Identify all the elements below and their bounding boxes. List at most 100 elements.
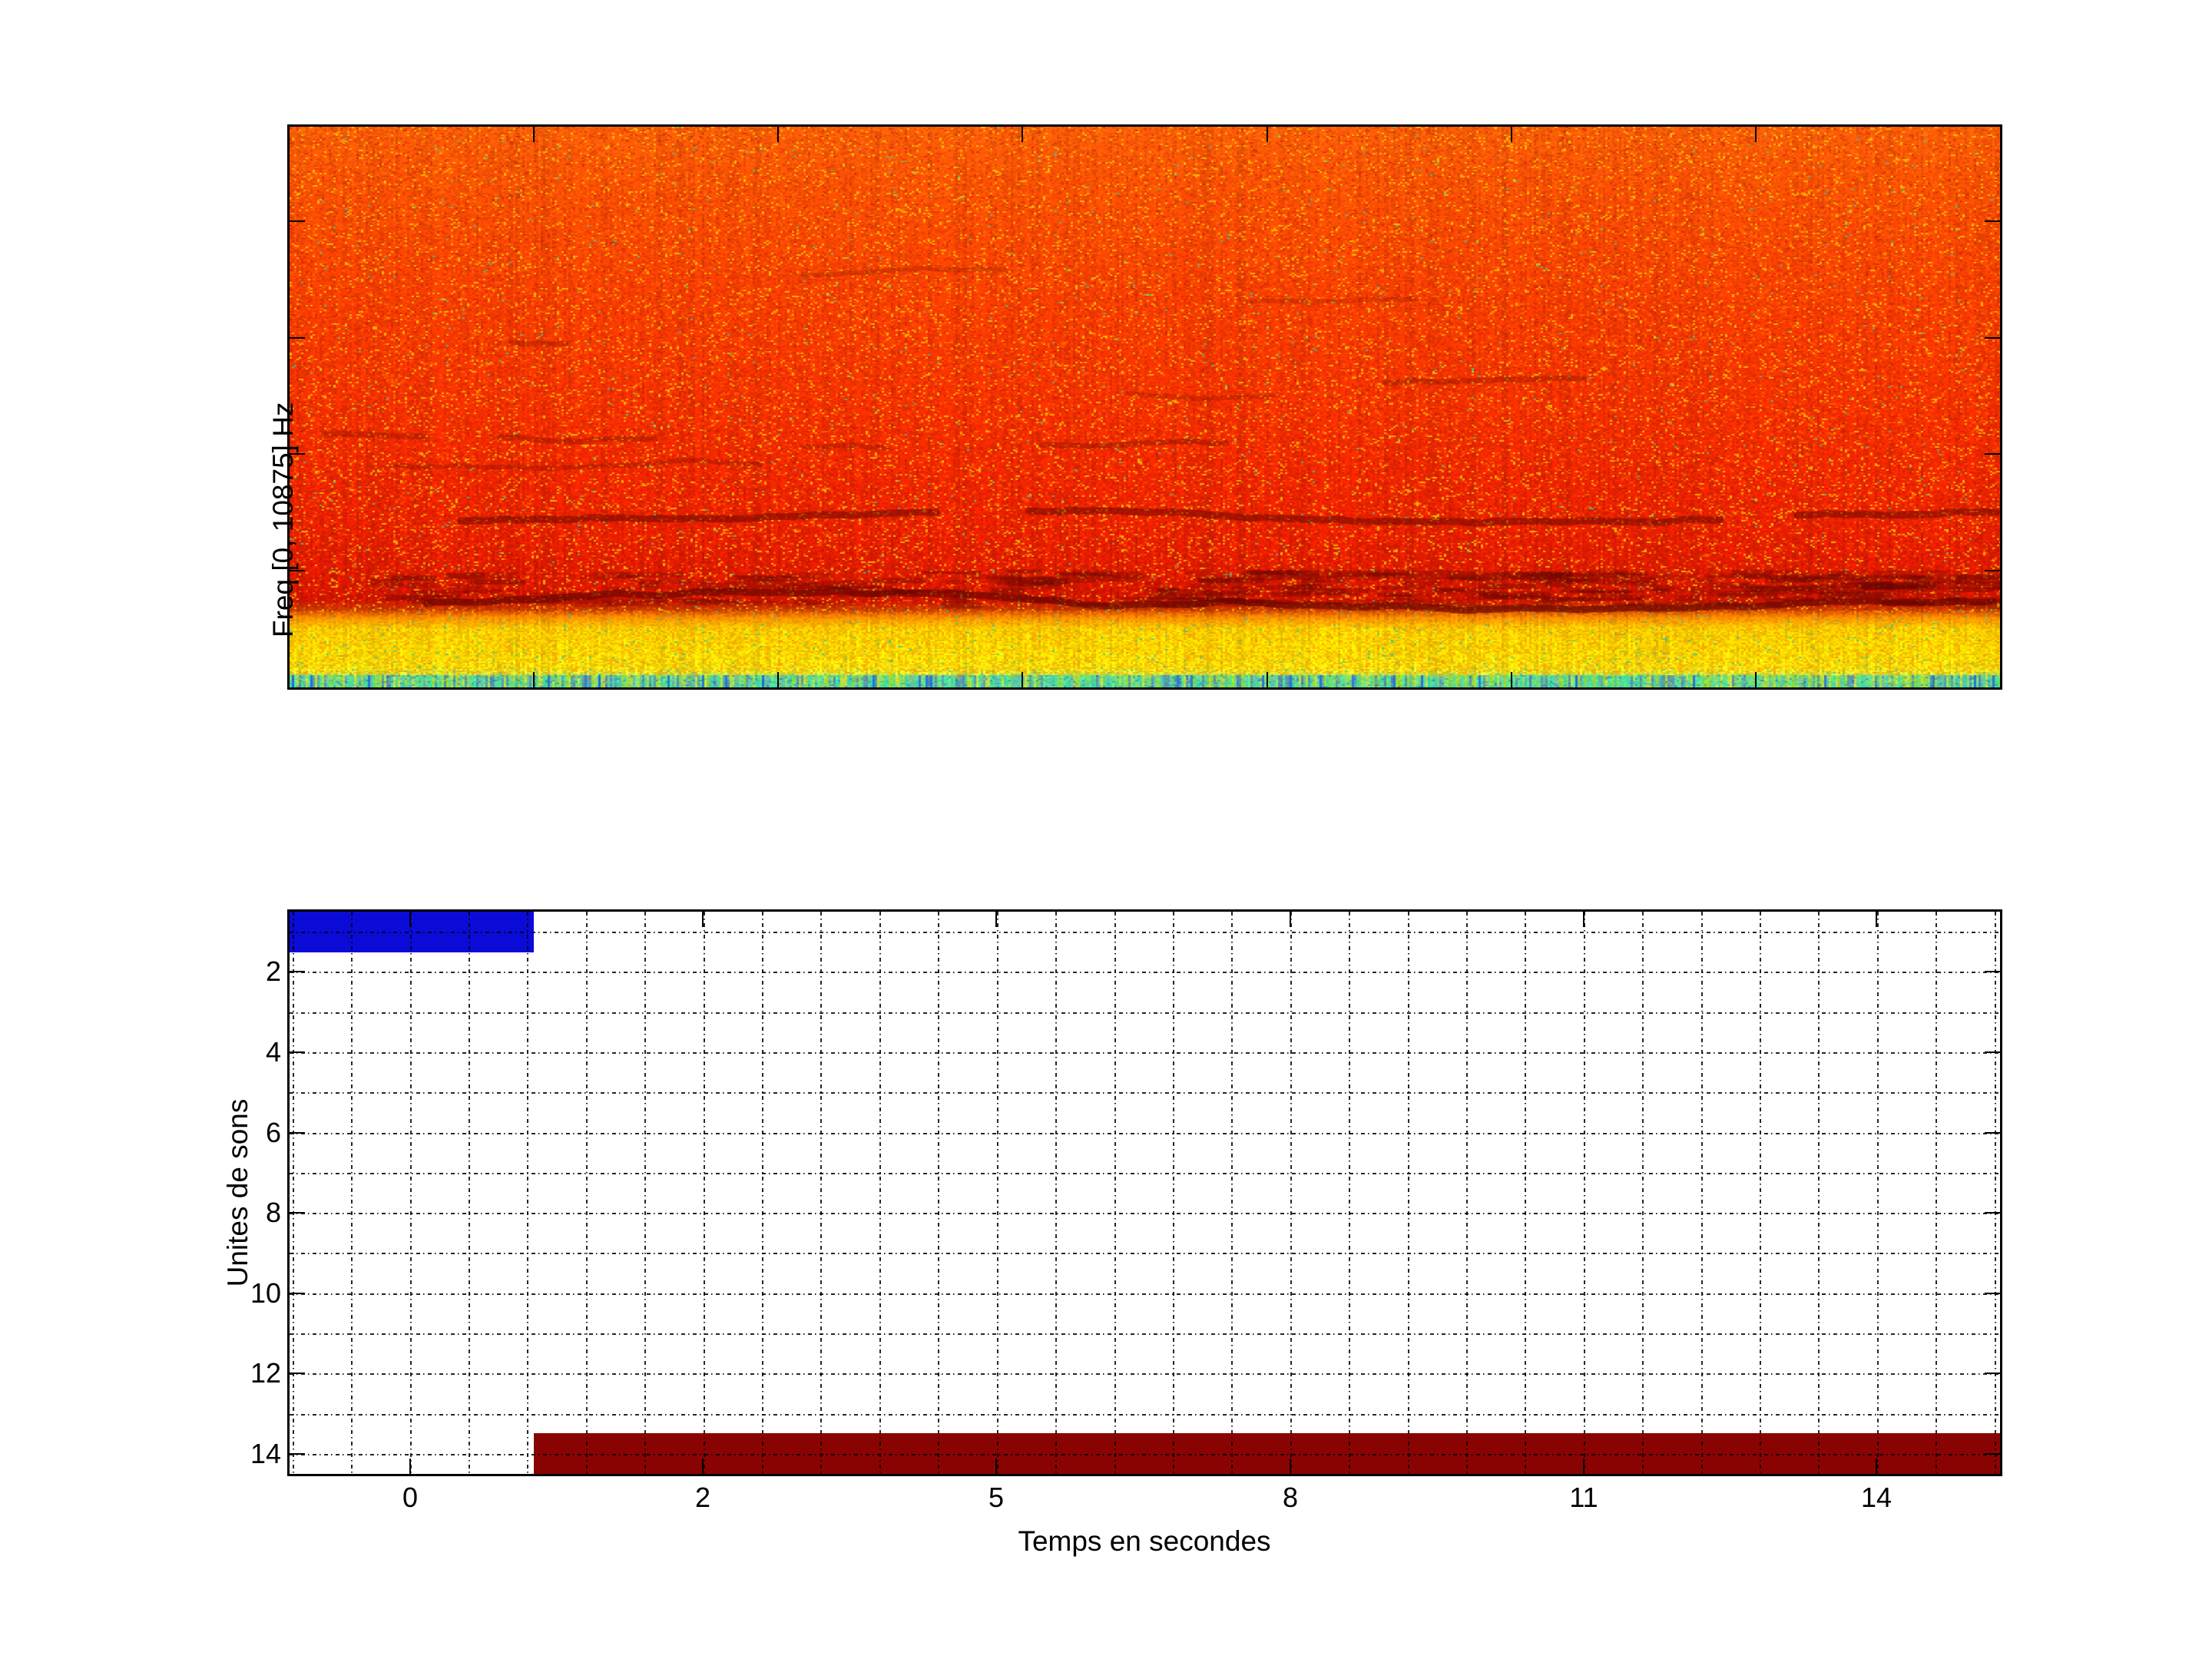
spectrogram-axes <box>287 124 2002 690</box>
x-tick-mark <box>1876 1459 1877 1474</box>
vertical-gridline <box>820 912 822 1474</box>
vertical-gridline <box>1525 912 1526 1474</box>
vertical-gridline <box>1642 912 1644 1474</box>
x-tick-mark <box>533 127 535 142</box>
x-tick-mark <box>1876 912 1877 927</box>
y-tick-mark <box>1985 1453 2000 1455</box>
vertical-gridline <box>938 912 939 1474</box>
horizontal-gridline <box>290 1454 2000 1455</box>
figure-canvas: Freq [0, 10875] Hz Temps en secondes Uni… <box>0 0 2212 1659</box>
horizontal-gridline <box>290 972 2000 973</box>
horizontal-gridline <box>290 1293 2000 1295</box>
vertical-gridline <box>410 912 412 1474</box>
x-tick-label: 2 <box>695 1484 710 1512</box>
x-tick-mark <box>702 912 704 927</box>
y-tick-label: 6 <box>266 1119 281 1147</box>
y-tick-mark <box>1985 220 2000 222</box>
horizontal-gridline <box>290 1173 2000 1174</box>
x-tick-mark <box>1755 127 1757 142</box>
vertical-gridline <box>1877 912 1879 1474</box>
horizontal-gridline <box>290 1012 2000 1014</box>
y-tick-mark <box>290 1132 305 1134</box>
y-tick-mark <box>1985 1373 2000 1374</box>
x-tick-mark <box>995 1459 997 1474</box>
y-tick-mark <box>1985 971 2000 972</box>
x-tick-label: 8 <box>1283 1484 1298 1512</box>
vertical-gridline <box>293 912 294 1474</box>
x-tick-mark <box>995 912 997 927</box>
x-tick-mark <box>1755 672 1757 687</box>
horizontal-gridline <box>290 1133 2000 1134</box>
spectrogram-image <box>290 127 2000 687</box>
horizontal-gridline <box>290 1092 2000 1094</box>
y-tick-mark <box>1985 1293 2000 1294</box>
y-tick-mark <box>290 1453 305 1455</box>
y-tick-mark <box>290 1212 305 1214</box>
horizontal-gridline <box>290 1414 2000 1416</box>
horizontal-gridline <box>290 1253 2000 1254</box>
x-tick-mark <box>1022 127 1023 142</box>
y-tick-label: 4 <box>266 1038 281 1066</box>
x-tick-label: 14 <box>1861 1484 1892 1512</box>
spectrogram-plot-area <box>290 127 2000 687</box>
x-tick-mark <box>1583 1459 1584 1474</box>
x-tick-mark <box>1022 672 1023 687</box>
vertical-gridline <box>586 912 588 1474</box>
vertical-gridline <box>1231 912 1233 1474</box>
x-tick-mark <box>1267 127 1268 142</box>
vertical-gridline <box>1936 912 1937 1474</box>
vertical-gridline <box>1584 912 1585 1474</box>
horizontal-gridline <box>290 932 2000 933</box>
y-tick-mark <box>290 1293 305 1294</box>
y-tick-mark <box>1985 1132 2000 1134</box>
vertical-gridline <box>469 912 470 1474</box>
segmentation-ylabel: Unites de sons <box>222 1099 254 1287</box>
y-tick-mark <box>1985 337 2000 339</box>
x-tick-mark <box>702 1459 704 1474</box>
segmentation-axes <box>287 909 2002 1476</box>
vertical-gridline <box>1114 912 1116 1474</box>
vertical-gridline <box>1055 912 1057 1474</box>
y-tick-label: 2 <box>266 958 281 985</box>
vertical-gridline <box>762 912 763 1474</box>
vertical-gridline <box>351 912 353 1474</box>
x-tick-mark <box>1267 672 1268 687</box>
x-tick-mark <box>1583 912 1584 927</box>
vertical-gridline <box>1818 912 1820 1474</box>
vertical-gridline <box>1408 912 1409 1474</box>
x-tick-mark <box>533 672 535 687</box>
y-tick-mark <box>290 1373 305 1374</box>
segmentation-plot-area <box>290 912 2000 1474</box>
vertical-gridline <box>997 912 998 1474</box>
y-tick-mark <box>290 337 305 339</box>
vertical-gridline <box>1995 912 1996 1474</box>
x-tick-mark <box>1511 127 1512 142</box>
vertical-gridline <box>1290 912 1292 1474</box>
x-tick-mark <box>409 1459 411 1474</box>
vertical-gridline <box>1173 912 1174 1474</box>
vertical-gridline <box>644 912 646 1474</box>
y-tick-mark <box>290 220 305 222</box>
vertical-gridline <box>1760 912 1761 1474</box>
vertical-gridline <box>1701 912 1703 1474</box>
y-tick-mark <box>290 971 305 972</box>
x-tick-mark <box>1290 912 1291 927</box>
y-tick-label: 10 <box>250 1280 281 1307</box>
vertical-gridline <box>704 912 705 1474</box>
y-tick-mark <box>1985 570 2000 571</box>
y-tick-mark <box>1985 453 2000 455</box>
x-tick-label: 5 <box>988 1484 1004 1512</box>
x-tick-label: 0 <box>402 1484 418 1512</box>
x-tick-mark <box>1290 1459 1291 1474</box>
segmentation-xlabel: Temps en secondes <box>1018 1525 1270 1558</box>
y-tick-mark <box>1985 1212 2000 1214</box>
y-tick-label: 8 <box>266 1199 281 1227</box>
x-tick-mark <box>777 672 779 687</box>
horizontal-gridline <box>290 1333 2000 1335</box>
vertical-gridline <box>1349 912 1350 1474</box>
vertical-gridline <box>879 912 881 1474</box>
y-tick-mark <box>290 1051 305 1053</box>
horizontal-gridline <box>290 1052 2000 1054</box>
y-tick-mark <box>1985 1051 2000 1053</box>
x-tick-mark <box>777 127 779 142</box>
